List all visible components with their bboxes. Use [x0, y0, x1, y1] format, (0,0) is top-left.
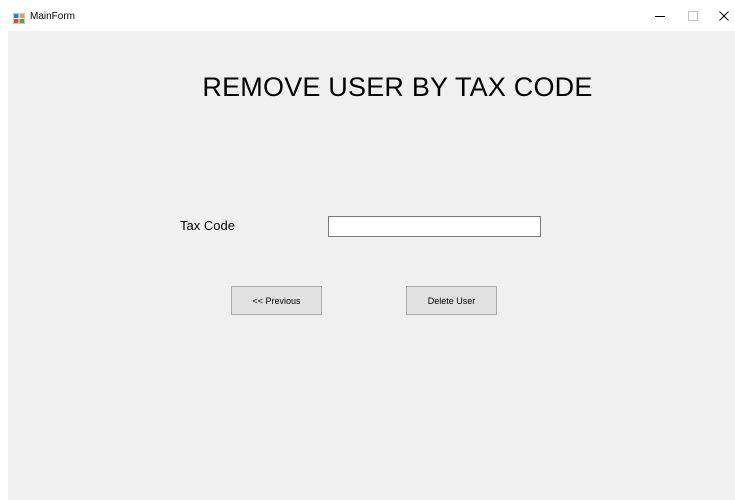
form-client-area: REMOVE USER BY TAX CODE Tax Code << Prev…	[8, 31, 735, 500]
close-button[interactable]	[707, 0, 735, 31]
close-icon	[718, 10, 729, 21]
minimize-button[interactable]	[643, 0, 676, 31]
window-title: MainForm	[30, 11, 76, 22]
app-icon	[12, 11, 26, 25]
previous-button[interactable]: << Previous	[231, 286, 322, 315]
maximize-button[interactable]	[676, 0, 709, 31]
maximize-icon	[687, 10, 698, 21]
delete-user-button[interactable]: Delete User	[406, 286, 497, 315]
main-window: MainForm REMOVE USER BY TAX CODE Tax Cod…	[0, 0, 735, 500]
title-bar[interactable]: MainForm	[0, 0, 735, 31]
tax-code-label: Tax Code	[180, 218, 235, 233]
page-title: REMOVE USER BY TAX CODE	[202, 72, 593, 102]
tax-code-input[interactable]	[328, 216, 541, 237]
minimize-icon	[654, 15, 665, 17]
